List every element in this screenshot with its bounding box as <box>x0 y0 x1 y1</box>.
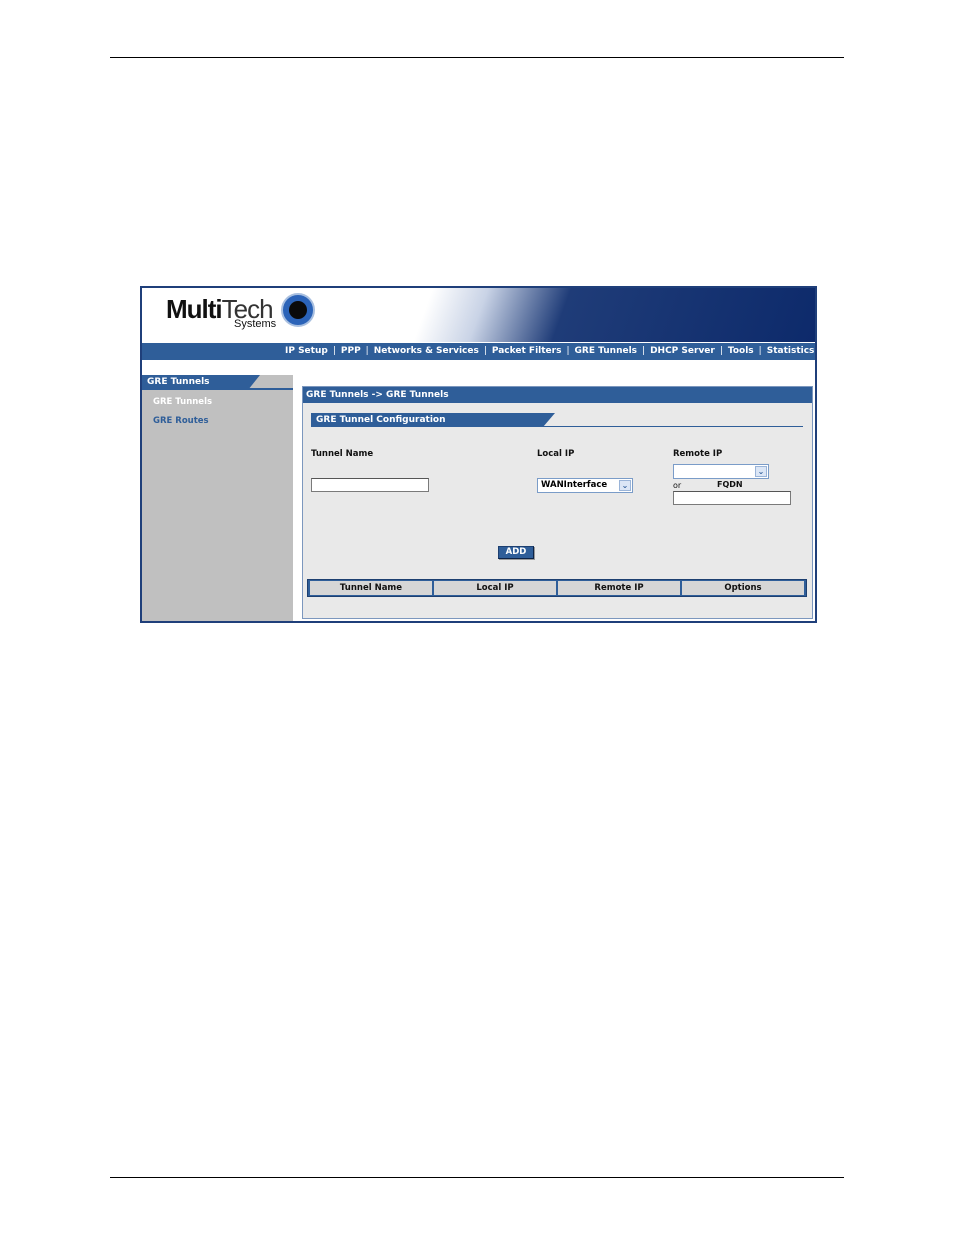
tunnel-name-label: Tunnel Name <box>311 449 374 459</box>
logo-text-bold: Multi <box>166 294 223 324</box>
section-tab-slant <box>543 413 555 427</box>
sidebar-header: GRE Tunnels <box>142 375 293 390</box>
tunnel-name-input[interactable] <box>311 478 429 492</box>
sidebar-underline <box>142 388 293 390</box>
nav-separator: | <box>758 346 762 356</box>
fqdn-label: FQDN <box>717 480 743 489</box>
sidebar-item-gre-routes[interactable]: GRE Routes <box>153 416 209 426</box>
chevron-down-icon[interactable]: ⌄ <box>619 480 631 491</box>
nav-packet-filters[interactable]: Packet Filters <box>492 346 562 356</box>
section-underline <box>311 426 803 427</box>
fqdn-input[interactable] <box>673 491 791 505</box>
local-ip-selected-value: WANInterface <box>541 480 608 490</box>
nav-items: IP Setup | PPP | Networks & Services | Packet … <box>285 343 815 360</box>
nav-separator: | <box>483 346 487 356</box>
page-bottom-rule <box>110 1177 844 1178</box>
nav-ip-setup[interactable]: IP Setup <box>285 346 328 356</box>
nav-ppp[interactable]: PPP <box>341 346 361 356</box>
nav-separator: | <box>719 346 723 356</box>
main-content-panel: GRE Tunnels -> GRE Tunnels GRE Tunnel Co… <box>302 386 813 619</box>
nav-separator: | <box>566 346 570 356</box>
remote-ip-select[interactable]: ⌄ <box>673 464 769 479</box>
header-banner: MultiTech Systems <box>142 288 815 342</box>
nav-separator: | <box>365 346 369 356</box>
col-options: Options <box>682 581 804 595</box>
nav-separator: | <box>332 346 336 356</box>
nav-gre-tunnels[interactable]: GRE Tunnels <box>575 346 638 356</box>
col-tunnel-name: Tunnel Name <box>310 581 432 595</box>
nav-dhcp-server[interactable]: DHCP Server <box>650 346 715 356</box>
app-screenshot: MultiTech Systems IP Setup | PPP | Networks … <box>140 286 817 623</box>
logo-circle-icon <box>281 293 315 327</box>
remote-ip-label: Remote IP <box>673 449 723 459</box>
nav-statistics[interactable]: Statistics & <box>767 346 815 356</box>
sidebar: GRE Tunnels GRE Tunnels GRE Routes <box>142 375 293 621</box>
col-local-ip: Local IP <box>434 581 556 595</box>
nav-separator: | <box>642 346 646 356</box>
tunnels-table-header: Tunnel Name Local IP Remote IP Options <box>307 579 807 597</box>
local-ip-label: Local IP <box>537 449 575 459</box>
nav-networks-services[interactable]: Networks & Services <box>374 346 479 356</box>
chevron-down-icon[interactable]: ⌄ <box>755 466 767 477</box>
logo-subtitle: Systems <box>234 318 277 330</box>
section-title: GRE Tunnel Configuration <box>311 413 543 427</box>
top-nav-bar: IP Setup | PPP | Networks & Services | Packet … <box>142 343 815 360</box>
nav-tools[interactable]: Tools <box>728 346 754 356</box>
add-button[interactable]: ADD <box>498 546 534 559</box>
col-remote-ip: Remote IP <box>558 581 680 595</box>
or-label: or <box>673 481 682 490</box>
page-top-rule <box>110 57 844 58</box>
local-ip-select[interactable]: WANInterface ⌄ <box>537 478 633 493</box>
sidebar-item-gre-tunnels[interactable]: GRE Tunnels <box>153 397 212 407</box>
breadcrumb: GRE Tunnels -> GRE Tunnels <box>303 387 812 403</box>
